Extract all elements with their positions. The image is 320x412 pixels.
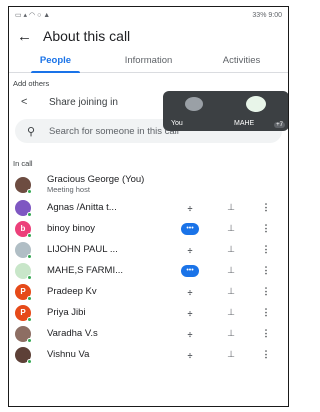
mic-off-icon: ↕ — [187, 244, 193, 255]
participant-row[interactable]: Vishnu Va ↕ ⊥ ⋮ — [9, 344, 288, 365]
participant-name: binoy binoy — [47, 223, 96, 234]
in-call-label: In call — [13, 159, 33, 168]
phone-screen: ▭ ▴ ◠ ○ ▲ 33% 9:00 ← About this call Peo… — [8, 6, 289, 407]
self-video-tile[interactable]: You — [163, 91, 226, 131]
avatar — [15, 262, 32, 280]
avatar — [15, 199, 32, 217]
host-row[interactable]: Gracious George (You) Meeting host — [9, 173, 288, 197]
tab-information[interactable]: Information — [102, 49, 195, 72]
search-icon: ⚲ — [27, 125, 36, 138]
tile-label: MAHE — [234, 120, 255, 127]
more-options-icon[interactable]: ⋮ — [261, 202, 271, 213]
video-preview-overlay[interactable]: You MAHE +7 — [163, 91, 288, 131]
host-role: Meeting host — [47, 185, 90, 194]
avatar — [15, 325, 32, 343]
participant-row[interactable]: MAHE,S FARMI... ••• ⊥ ⋮ — [9, 260, 288, 281]
speaking-indicator-icon: ••• — [181, 264, 199, 277]
avatar — [246, 96, 266, 112]
more-options-icon[interactable]: ⋮ — [261, 286, 271, 297]
tab-activities[interactable]: Activities — [195, 49, 288, 72]
participant-name: MAHE,S FARMI... — [47, 265, 124, 276]
more-options-icon[interactable]: ⋮ — [261, 349, 271, 360]
pin-icon[interactable]: ⊥ — [225, 307, 237, 318]
participant-name: Agnas /Anitta t... — [47, 202, 117, 213]
share-icon: < — [21, 96, 28, 108]
more-options-icon[interactable]: ⋮ — [261, 307, 271, 318]
pin-icon[interactable]: ⊥ — [225, 202, 237, 213]
tile-label: You — [171, 120, 183, 127]
participant-row[interactable]: LIJOHN PAUL ... ↕ ⊥ ⋮ — [9, 239, 288, 260]
avatar: P — [15, 283, 32, 301]
participant-name: LIJOHN PAUL ... — [47, 244, 118, 255]
avatar: P — [15, 304, 32, 322]
mic-off-icon: ↕ — [187, 307, 193, 318]
participant-name: Priya Jibi — [47, 307, 86, 318]
more-options-icon[interactable]: ⋮ — [261, 244, 271, 255]
mic-off-icon: ↕ — [187, 349, 193, 360]
pin-icon[interactable]: ⊥ — [225, 286, 237, 297]
more-participants-badge: +7 — [274, 122, 285, 128]
participant-row[interactable]: b binoy binoy ••• ⊥ ⋮ — [9, 218, 288, 239]
status-time: 33% 9:00 — [252, 11, 282, 19]
pin-icon[interactable]: ⊥ — [225, 244, 237, 255]
app-bar: ← About this call — [9, 23, 288, 49]
add-others-label: Add others — [13, 79, 50, 88]
more-options-icon[interactable]: ⋮ — [261, 328, 271, 339]
pin-icon[interactable]: ⊥ — [225, 265, 237, 276]
avatar: b — [15, 220, 32, 238]
participant-name: Pradeep Kv — [47, 286, 97, 297]
avatar — [15, 177, 32, 194]
participant-row[interactable]: Varadha V.s ↕ ⊥ ⋮ — [9, 323, 288, 344]
status-bar: ▭ ▴ ◠ ○ ▲ 33% 9:00 — [9, 7, 288, 23]
page-title: About this call — [43, 28, 131, 44]
status-icons: ▭ ▴ ◠ ○ ▲ — [15, 11, 50, 19]
participant-list: Agnas /Anitta t... ↕ ⊥ ⋮ b binoy binoy ••• ⊥ ⋮ LI… — [9, 197, 288, 365]
back-arrow-icon[interactable]: ← — [17, 28, 43, 45]
avatar — [15, 346, 32, 364]
tab-people[interactable]: People — [9, 49, 102, 73]
more-options-icon[interactable]: ⋮ — [261, 223, 271, 234]
participant-row[interactable]: P Priya Jibi ↕ ⊥ ⋮ — [9, 302, 288, 323]
share-label: Share joining in — [49, 96, 118, 108]
mic-off-icon: ↕ — [187, 202, 193, 213]
participant-row[interactable]: Agnas /Anitta t... ↕ ⊥ ⋮ — [9, 197, 288, 218]
participant-video-tile[interactable]: MAHE +7 — [226, 91, 288, 131]
avatar — [15, 241, 32, 259]
speaking-indicator-icon: ••• — [181, 222, 199, 235]
participant-name: Vishnu Va — [47, 349, 90, 360]
more-options-icon[interactable]: ⋮ — [261, 265, 271, 276]
mic-off-icon: ↕ — [187, 286, 193, 297]
signal-icon: ▭ ▴ ◠ ○ ▲ — [15, 12, 51, 19]
avatar — [185, 97, 203, 111]
tab-bar: People Information Activities — [9, 49, 288, 73]
pin-icon[interactable]: ⊥ — [225, 349, 237, 360]
search-placeholder: Search for someone in this call — [49, 125, 179, 137]
pin-icon[interactable]: ⊥ — [225, 328, 237, 339]
pin-icon[interactable]: ⊥ — [225, 223, 237, 234]
host-name: Gracious George (You) — [47, 174, 145, 185]
participant-row[interactable]: P Pradeep Kv ↕ ⊥ ⋮ — [9, 281, 288, 302]
mic-off-icon: ↕ — [187, 328, 193, 339]
participant-name: Varadha V.s — [47, 328, 98, 339]
